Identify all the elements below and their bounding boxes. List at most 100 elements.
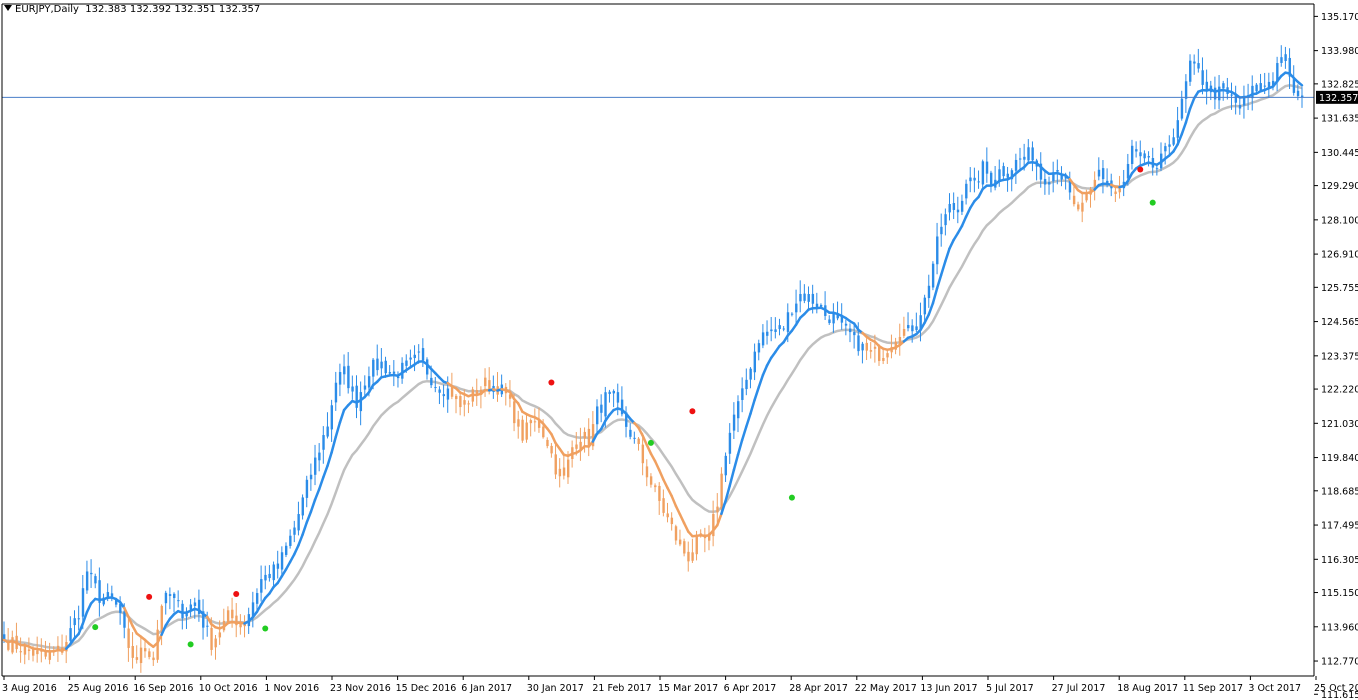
candle-body — [674, 526, 678, 541]
candle-body — [1002, 166, 1005, 177]
candle-body — [517, 419, 520, 427]
candle — [882, 349, 885, 365]
candle — [1242, 85, 1246, 119]
candle — [521, 415, 524, 443]
candle-body — [915, 326, 918, 331]
candle-body — [873, 346, 877, 349]
buy-signal-dot — [1149, 199, 1156, 206]
candle-body — [446, 388, 450, 400]
candle — [940, 213, 943, 247]
fast-ma-segment — [960, 215, 968, 228]
candle — [525, 415, 528, 443]
price-tag-text: 132.357 — [1319, 93, 1358, 104]
candle — [637, 437, 640, 451]
candle — [322, 426, 325, 464]
chart-window[interactable]: EURJPY,Daily 132.383 132.392 132.351 132… — [0, 0, 1358, 700]
y-tick-label: 122.220 — [1321, 385, 1358, 396]
candle-body — [260, 579, 263, 593]
price-chart[interactable]: 135.170 133.980 132.825 131.635 130.445 129.2… — [0, 0, 1358, 700]
candle-body — [152, 657, 155, 661]
candle-body — [529, 420, 533, 424]
candle — [861, 341, 864, 364]
candle — [1234, 85, 1238, 115]
candle — [434, 376, 437, 393]
candle-body — [844, 323, 848, 326]
candle-body — [616, 392, 620, 403]
candle-body — [973, 177, 976, 181]
fast-ma-segment — [740, 425, 748, 442]
candle — [732, 402, 736, 440]
candle — [687, 541, 690, 572]
candle-body — [687, 551, 690, 562]
candle — [94, 573, 97, 589]
candle-body — [649, 476, 653, 485]
candle-body — [869, 350, 873, 352]
candle — [832, 303, 835, 333]
candle-body — [94, 576, 97, 584]
candle — [583, 427, 586, 453]
candle — [1193, 54, 1196, 75]
candle-body — [720, 473, 723, 510]
sell-signal-dot — [548, 379, 555, 386]
candle — [546, 437, 549, 449]
candle-body — [301, 497, 304, 516]
candle — [890, 334, 893, 359]
candle — [276, 550, 280, 579]
candle — [712, 500, 715, 547]
candle — [691, 538, 694, 563]
candle-body — [347, 365, 350, 389]
candle-body — [907, 325, 910, 329]
candle-body — [1263, 85, 1267, 87]
candle — [1077, 201, 1080, 212]
fast-ma-segment — [670, 494, 678, 508]
candle-body — [1023, 156, 1026, 160]
candle — [562, 454, 566, 480]
sell-signal-dot — [689, 408, 696, 415]
candle-body — [309, 474, 313, 480]
candle-body — [32, 649, 35, 656]
candle — [173, 592, 176, 613]
candle — [239, 614, 242, 635]
candle — [1276, 56, 1279, 92]
candle — [280, 546, 284, 577]
fast-ma-segment — [674, 504, 682, 516]
x-tick-label: 10 Oct 2016 — [199, 683, 258, 694]
candle-body — [19, 651, 22, 653]
fast-ma-segment — [931, 287, 939, 305]
candle-body — [525, 422, 528, 440]
candle — [1019, 147, 1022, 170]
candle — [790, 312, 794, 317]
candle-body — [886, 353, 889, 358]
candle-body — [965, 183, 968, 199]
candle — [139, 636, 143, 673]
candle-body — [1139, 152, 1142, 157]
candle-body — [1014, 159, 1018, 171]
candle — [1259, 73, 1262, 93]
candle — [969, 167, 972, 193]
y-tick-label: 124.565 — [1321, 317, 1358, 328]
x-tick-label: 18 Aug 2017 — [1117, 683, 1178, 694]
candle — [1267, 72, 1271, 98]
candle-body — [1130, 145, 1134, 164]
candle — [1031, 141, 1034, 172]
fast-ma-segment — [678, 513, 686, 525]
fast-ma-segment — [550, 432, 557, 445]
candle-body — [678, 539, 682, 545]
fast-ma-segment — [666, 486, 673, 498]
candle — [202, 599, 205, 640]
candle-body — [463, 400, 466, 405]
candle — [131, 632, 134, 669]
fast-ma-segment — [653, 459, 661, 472]
candle-body — [848, 328, 852, 333]
candle-body — [778, 325, 781, 330]
candle-body — [1135, 149, 1138, 152]
candle-body — [1230, 94, 1233, 96]
x-tick-label: 15 Dec 2016 — [396, 683, 457, 694]
candle — [674, 524, 678, 545]
candle-body — [550, 445, 553, 454]
candle-body — [1077, 204, 1080, 210]
candle — [600, 394, 603, 423]
candle-body — [865, 342, 868, 351]
candle — [799, 280, 802, 313]
fast-ma-segment — [334, 421, 342, 439]
